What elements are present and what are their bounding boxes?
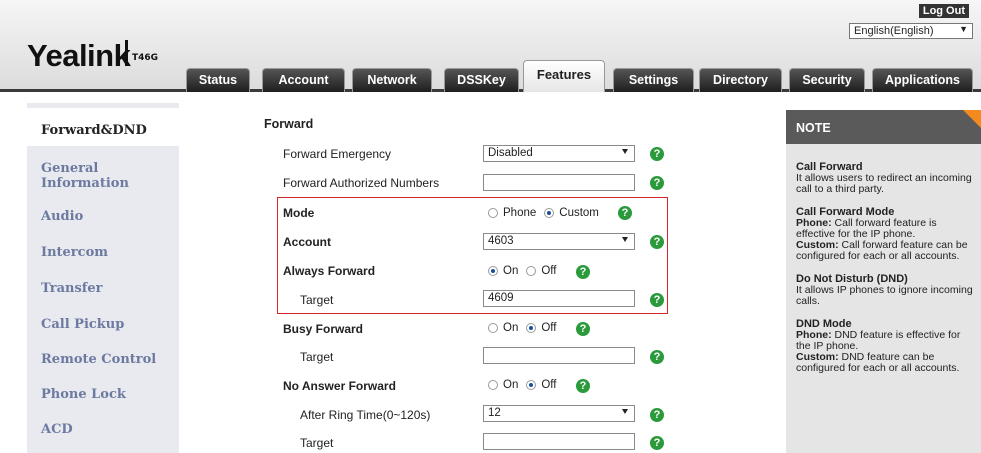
help-icon[interactable]: ? bbox=[650, 350, 664, 364]
no-answer-forward-on-radio[interactable] bbox=[488, 380, 498, 390]
note-call-forward: Call Forward It allows users to redirect… bbox=[796, 162, 976, 195]
tab-security[interactable]: Security bbox=[789, 68, 865, 92]
tab-settings[interactable]: Settings bbox=[613, 68, 694, 92]
note-text: It allows users to redirect an incoming … bbox=[796, 172, 972, 195]
no-answer-forward-on-label: On bbox=[503, 379, 519, 391]
highlight-box bbox=[277, 197, 668, 314]
help-icon[interactable]: ? bbox=[650, 176, 664, 190]
logo-divider bbox=[125, 40, 128, 66]
note-body: Call Forward It allows users to redirect… bbox=[796, 162, 976, 386]
no-answer-target-label: Target bbox=[300, 436, 334, 450]
note-dnd: Do Not Disturb (DND) It allows IP phones… bbox=[796, 274, 976, 307]
note-text: Custom: DND feature can be configured fo… bbox=[796, 352, 976, 374]
tab-dsskey[interactable]: DSSKey bbox=[444, 68, 519, 92]
busy-forward-target-label: Target bbox=[300, 350, 334, 364]
note-panel: NOTE Call Forward It allows users to red… bbox=[786, 110, 981, 453]
logout-link[interactable]: Log Out bbox=[918, 4, 969, 18]
model-label: T46G bbox=[132, 53, 159, 63]
sidebar-item-general-information[interactable]: General Information bbox=[41, 161, 151, 191]
tab-directory[interactable]: Directory bbox=[699, 68, 782, 92]
header-bar: Yealink T46G Log Out English(English) ▼ … bbox=[0, 0, 981, 92]
note-corner-accent bbox=[963, 110, 981, 128]
no-answer-forward-off-radio[interactable] bbox=[526, 380, 537, 390]
sidebar-item-phone-lock[interactable]: Phone Lock bbox=[41, 387, 126, 402]
note-title: NOTE bbox=[786, 110, 981, 144]
busy-forward-radio-group: On Off bbox=[488, 322, 564, 334]
chevron-down-icon: ▼ bbox=[959, 24, 968, 34]
tab-account[interactable]: Account bbox=[262, 68, 345, 92]
forward-emergency-select[interactable]: Disabled bbox=[483, 145, 635, 162]
busy-forward-on-radio[interactable] bbox=[488, 323, 498, 333]
note-dnd-mode: DND Mode Phone: DND feature is effective… bbox=[796, 319, 976, 374]
help-icon[interactable]: ? bbox=[576, 322, 590, 336]
sidebar-item-audio[interactable]: Audio bbox=[41, 209, 83, 224]
yealink-logo: Yealink bbox=[27, 38, 131, 73]
help-icon[interactable]: ? bbox=[650, 408, 664, 422]
no-answer-forward-radio-group: On Off bbox=[488, 379, 564, 391]
tab-status[interactable]: Status bbox=[186, 68, 250, 92]
note-text: Phone: Call forward feature is effective… bbox=[796, 218, 976, 240]
busy-forward-on-label: On bbox=[503, 322, 519, 334]
sidebar-item-transfer[interactable]: Transfer bbox=[41, 281, 102, 296]
no-answer-forward-label: No Answer Forward bbox=[283, 379, 396, 393]
help-icon[interactable]: ? bbox=[650, 436, 664, 450]
note-text: Custom: Call forward feature can be conf… bbox=[796, 240, 976, 262]
sidebar-item-intercom[interactable]: Intercom bbox=[41, 245, 108, 260]
language-value: English(English) bbox=[854, 25, 934, 37]
help-icon[interactable]: ? bbox=[650, 147, 664, 161]
forward-authorized-input[interactable] bbox=[483, 174, 635, 191]
sidebar-item-acd[interactable]: ACD bbox=[41, 422, 73, 437]
ring-time-select[interactable]: 12 bbox=[483, 405, 635, 422]
ring-time-label: After Ring Time(0~120s) bbox=[300, 408, 431, 422]
sidebar-item-call-pickup[interactable]: Call Pickup bbox=[41, 317, 124, 332]
sidebar: Forward&DND General Information Audio In… bbox=[27, 103, 179, 453]
sidebar-item-remote-control[interactable]: Remote Control bbox=[41, 352, 156, 367]
section-title: Forward bbox=[264, 117, 314, 131]
tab-applications[interactable]: Applications bbox=[872, 68, 973, 92]
language-select[interactable]: English(English) ▼ bbox=[849, 23, 973, 39]
busy-forward-target-input[interactable] bbox=[483, 347, 635, 364]
chevron-down-icon bbox=[622, 149, 628, 154]
note-text: It allows IP phones to ignore incoming c… bbox=[796, 284, 973, 307]
forward-emergency-value: Disabled bbox=[488, 147, 533, 159]
no-answer-forward-off-label: Off bbox=[541, 379, 557, 391]
tab-network[interactable]: Network bbox=[352, 68, 432, 92]
help-icon[interactable]: ? bbox=[576, 379, 590, 393]
forward-emergency-label: Forward Emergency bbox=[283, 147, 392, 161]
chevron-down-icon bbox=[622, 409, 628, 414]
note-text: Phone: DND feature is effective for the … bbox=[796, 330, 976, 352]
note-call-forward-mode: Call Forward Mode Phone: Call forward fe… bbox=[796, 207, 976, 262]
no-answer-target-input[interactable] bbox=[483, 433, 635, 450]
forward-authorized-label: Forward Authorized Numbers bbox=[283, 176, 440, 190]
tab-features[interactable]: Features bbox=[523, 60, 605, 92]
busy-forward-off-label: Off bbox=[541, 322, 557, 334]
busy-forward-off-radio[interactable] bbox=[526, 323, 537, 333]
busy-forward-label: Busy Forward bbox=[283, 322, 364, 336]
ring-time-value: 12 bbox=[488, 407, 501, 419]
sidebar-item-forward-dnd[interactable]: Forward&DND bbox=[41, 123, 147, 138]
